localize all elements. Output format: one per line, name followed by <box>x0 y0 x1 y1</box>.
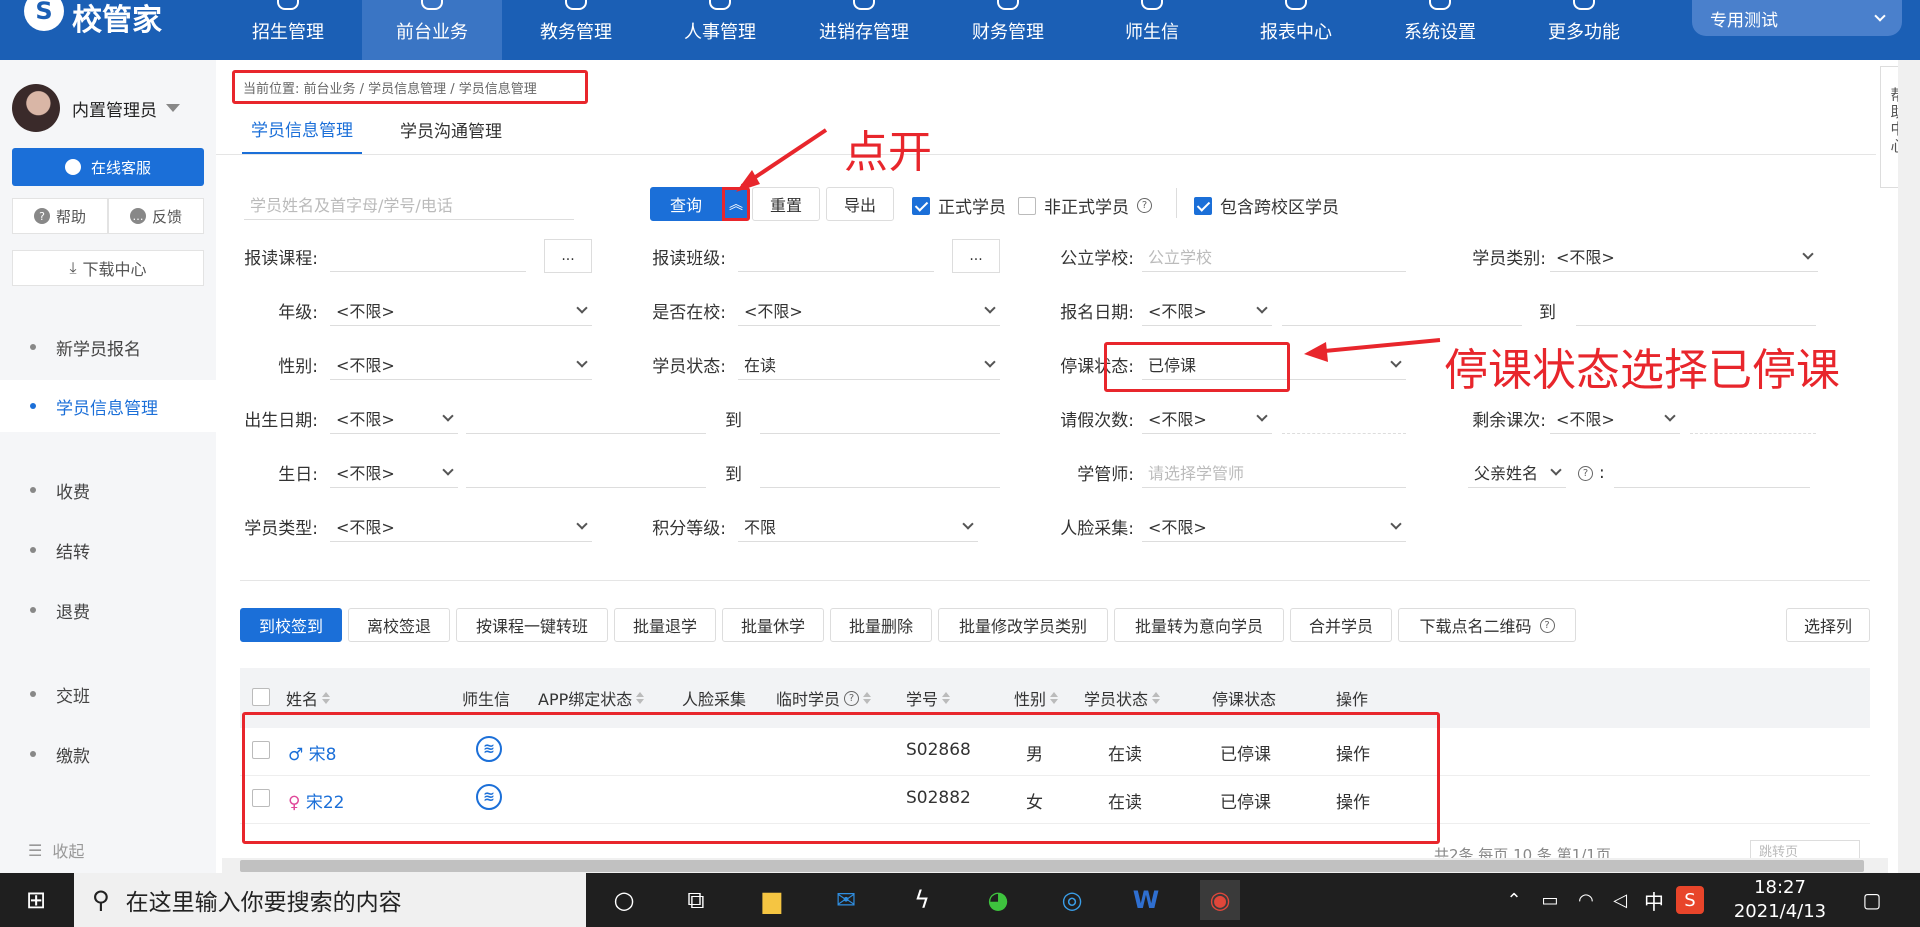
merge-students-button[interactable]: 合并学员 <box>1290 608 1392 642</box>
wechat-taskbar-icon[interactable]: ◕ <box>978 880 1018 920</box>
batch-to-intent-button[interactable]: 批量转为意向学员 <box>1114 608 1284 642</box>
annotation-suspend-hint: 停课状态选择已停课 <box>1444 345 1840 396</box>
column-operation: 操作 <box>1336 686 1368 710</box>
app-s-icon[interactable]: ϟ <box>902 880 942 920</box>
ime-indicator[interactable]: 中 <box>1634 880 1674 920</box>
clock-time: 18:27 <box>1754 877 1806 898</box>
transfer-class-button[interactable]: 按课程一键转班 <box>456 608 608 642</box>
taskbar-search[interactable]: ⚲ 在这里输入你要搜索的内容 <box>74 873 586 927</box>
column-student-id[interactable]: 学号 <box>906 686 951 710</box>
batch-delete-button[interactable]: 批量删除 <box>830 608 932 642</box>
download-qrcode-label: 下载点名二维码 <box>1419 617 1532 636</box>
task-view-icon[interactable]: ⧉ <box>676 880 716 920</box>
sort-icon <box>863 692 872 704</box>
table-rows-highlight <box>242 712 1440 844</box>
cortana-icon[interactable]: ○ <box>604 880 644 920</box>
sort-icon <box>322 692 331 704</box>
windows-start-icon[interactable]: ⊞ <box>16 880 56 920</box>
vertical-scrollbar[interactable] <box>1898 60 1920 873</box>
question-icon: ? <box>844 690 860 706</box>
wps-icon[interactable]: W <box>1126 880 1166 920</box>
sort-icon <box>636 692 645 704</box>
batch-withdraw-button[interactable]: 批量退学 <box>614 608 716 642</box>
column-gender[interactable]: 性别 <box>1014 686 1059 710</box>
mail-icon[interactable]: ✉ <box>826 880 866 920</box>
arrowhead <box>1304 342 1328 362</box>
batch-suspend-button[interactable]: 批量休学 <box>722 608 824 642</box>
column-label: 学号 <box>906 690 939 709</box>
download-qrcode-button[interactable]: 下载点名二维码? <box>1398 608 1576 642</box>
check-out-button[interactable]: 离校签退 <box>348 608 450 642</box>
sort-icon <box>1152 692 1161 704</box>
column-label: 人脸采集 <box>682 690 747 709</box>
scrollbar-thumb[interactable] <box>240 860 1864 872</box>
column-label: APP绑定状态 <box>538 690 633 709</box>
column-label: 学员状态 <box>1084 690 1149 709</box>
column-label: 临时学员 <box>776 690 841 709</box>
column-face: 人脸采集 <box>682 686 746 710</box>
clock-date: 2021/4/13 <box>1733 901 1827 922</box>
check-in-button[interactable]: 到校签到 <box>240 608 342 642</box>
battery-icon[interactable]: ▭ <box>1530 880 1570 920</box>
column-label: 停课状态 <box>1212 690 1277 709</box>
question-icon: ? <box>1539 617 1555 633</box>
sogou-icon[interactable]: S <box>1676 886 1704 914</box>
column-label: 操作 <box>1336 690 1369 709</box>
annotation-click-open: 点开 <box>844 127 932 178</box>
notification-icon[interactable]: ▢ <box>1852 880 1892 920</box>
taskbar-search-placeholder: 在这里输入你要搜索的内容 <box>125 890 402 916</box>
column-student-status[interactable]: 学员状态 <box>1084 686 1161 710</box>
app-q-icon[interactable]: ◎ <box>1052 880 1092 920</box>
batch-edit-category-button[interactable]: 批量修改学员类别 <box>938 608 1108 642</box>
search-icon: ⚲ <box>92 886 110 914</box>
arrow-to-suspend <box>1313 338 1441 354</box>
column-app-binding[interactable]: APP绑定状态 <box>538 686 645 710</box>
sort-icon <box>942 692 951 704</box>
file-explorer-icon[interactable]: ▆ <box>752 880 792 920</box>
taskbar-clock[interactable]: 18:27 2021/4/13 <box>1730 876 1830 924</box>
tray-up-icon[interactable]: ⌃ <box>1494 880 1534 920</box>
sort-icon <box>1050 692 1059 704</box>
chrome-icon[interactable]: ◉ <box>1200 880 1240 920</box>
column-suspend-status: 停课状态 <box>1212 686 1276 710</box>
arrowhead <box>736 170 760 192</box>
column-label: 姓名 <box>286 690 319 709</box>
column-wechat: 师生信 <box>462 686 510 710</box>
column-label: 师生信 <box>462 690 511 709</box>
column-label: 性别 <box>1014 690 1047 709</box>
select-all-checkbox[interactable] <box>252 688 270 706</box>
column-name[interactable]: 姓名 <box>286 686 331 710</box>
column-temp-student[interactable]: 临时学员? <box>776 686 872 710</box>
choose-columns-button[interactable]: 选择列 <box>1786 608 1870 642</box>
